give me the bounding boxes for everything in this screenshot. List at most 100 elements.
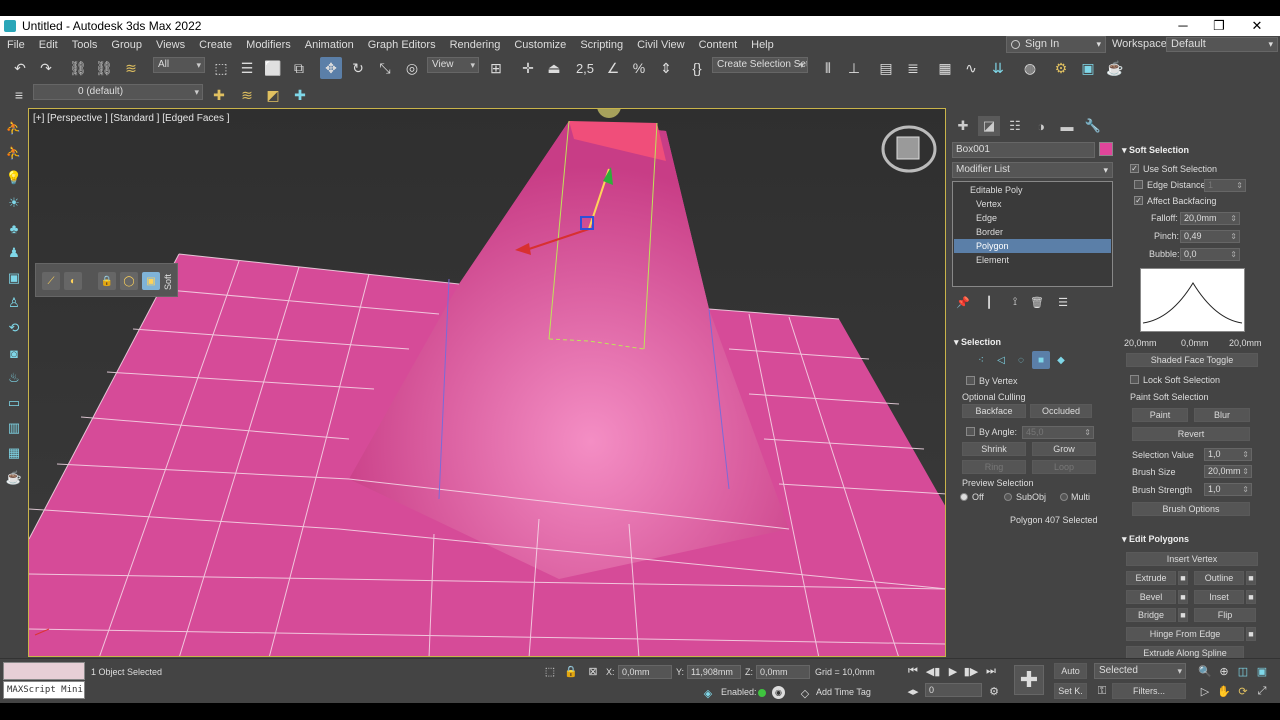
selection-rollout-title[interactable]: ▾ Selection [954,335,1001,349]
inset-settings-icon[interactable]: ■ [1246,590,1256,604]
configure-sets-icon[interactable]: ☰ [1052,291,1074,313]
create-layer-icon[interactable]: ✚ [208,84,230,106]
soft-selection-rollout-title[interactable]: ▾ Soft Selection [1122,143,1189,157]
edge-distance-spinner[interactable]: 1 [1204,179,1246,192]
menu-tools[interactable]: Tools [65,39,105,51]
lock-icon[interactable]: 🔒 [98,272,116,290]
placement-icon[interactable]: ◎ [401,57,423,79]
orbit-icon[interactable]: ⟳ [1235,683,1251,699]
element-mode-icon[interactable]: ◆ [1052,351,1070,369]
menu-help[interactable]: Help [744,39,781,51]
menu-file[interactable]: File [0,39,32,51]
stack-vertex[interactable]: Vertex [954,197,1111,211]
undo-icon[interactable]: ↶ [9,57,31,79]
edge-mode-icon[interactable]: ◁ [992,351,1010,369]
key-filters-button[interactable]: Filters... [1112,683,1186,699]
bridge-button[interactable]: Bridge [1126,608,1176,622]
create-tab-icon[interactable]: ✚ [952,116,974,136]
grow-button[interactable]: Grow [1032,442,1096,456]
maximize-viewport-icon[interactable]: ⤢ [1254,683,1270,699]
insert-vertex-button[interactable]: Insert Vertex [1126,552,1258,566]
by-vertex-checkbox[interactable] [966,376,975,385]
go-to-start-icon[interactable]: ⏮ [905,663,921,679]
scene-explorer-icon[interactable]: ▤ [875,57,897,79]
edit-named-selection-icon[interactable]: {} [686,57,708,79]
render-production-icon[interactable]: ☕ [1104,57,1126,79]
redo-icon[interactable]: ↷ [35,57,57,79]
pivot-center-icon[interactable]: ⊞ [485,57,507,79]
menu-customize[interactable]: Customize [507,39,573,51]
select-layer-icon[interactable]: ◩ [262,84,284,106]
y-coordinate-field[interactable]: 11,908mm [687,665,741,679]
bubble-spinner[interactable]: 0,0 [1180,248,1240,261]
modify-tab-icon[interactable]: ◪ [978,116,1000,136]
menu-civil-view[interactable]: Civil View [630,39,691,51]
display-tab-icon[interactable]: ▬ [1056,116,1078,136]
menu-animation[interactable]: Animation [298,39,361,51]
ring-button[interactable]: Ring [962,460,1026,474]
bind-space-warp-icon[interactable]: ≋ [120,57,142,79]
play-icon[interactable]: ▶ [945,663,961,679]
outline-button[interactable]: Outline [1194,571,1244,585]
viewport-label[interactable]: [+] [Perspective ] [Standard ] [Edged Fa… [33,113,230,124]
unlink-icon[interactable]: ⛓ [93,57,115,79]
modifier-list-dropdown[interactable]: Modifier List [952,162,1113,178]
figure-icon[interactable]: ♙ [4,293,24,313]
zoom-icon[interactable]: 🔍 [1197,663,1213,679]
object-color-swatch[interactable] [1099,142,1113,156]
snaps-toggle-icon[interactable]: 2,5 [574,57,596,79]
z-coordinate-field[interactable]: 0,0mm [756,665,810,679]
material-editor-icon[interactable]: ◍ [1019,57,1041,79]
select-manipulate-icon[interactable]: ✛ [517,57,539,79]
zoom-all-icon[interactable]: ⊕ [1216,663,1232,679]
frame-icon[interactable]: ▭ [4,393,24,413]
absolute-mode-icon[interactable]: ⊠ [585,663,601,679]
paint-button[interactable]: Paint [1132,408,1188,422]
border-mode-icon[interactable]: ◌ [1012,351,1030,369]
close-button[interactable]: ✕ [1238,16,1276,36]
rotate-view-icon[interactable]: ⟲ [4,318,24,338]
shrink-button[interactable]: Shrink [962,442,1026,456]
object-name-field[interactable]: Box001 [952,142,1095,158]
layer-manager-icon[interactable]: ≡ [8,84,30,106]
menu-edit[interactable]: Edit [32,39,65,51]
time-config-icon[interactable]: ⚙ [986,683,1002,699]
set-key-icon[interactable]: ✚ [1014,665,1044,695]
perspective-viewport[interactable]: [+] [Perspective ] [Standard ] [Edged Fa… [28,108,946,657]
reference-coordinate-dropdown[interactable]: View [427,57,479,73]
auto-key-button[interactable]: Auto [1054,663,1087,679]
remove-modifier-icon[interactable]: 🗑 [1026,291,1048,313]
stack-element[interactable]: Element [954,253,1111,267]
selection-filter-dropdown[interactable]: All [153,57,205,73]
percent-snap-icon[interactable]: % [628,57,650,79]
outline-settings-icon[interactable]: ■ [1246,571,1256,585]
selection-value-spinner[interactable]: 1,0 [1204,448,1252,461]
utilities-tab-icon[interactable]: 🔧 [1082,116,1104,136]
populate-icon[interactable]: ⛹ [4,118,24,138]
bulb-icon[interactable]: ♨ [4,368,24,388]
select-move-icon[interactable]: ✥ [320,57,342,79]
zoom-extents-icon[interactable]: ◫ [1235,663,1251,679]
stack-editable-poly[interactable]: Editable Poly [954,183,1111,197]
window-crossing-icon[interactable]: ⧉ [288,57,310,79]
add-to-layer-icon[interactable]: ≋ [236,84,258,106]
zoom-extents-all-icon[interactable]: ▣ [1254,663,1270,679]
bridge-settings-icon[interactable]: ■ [1178,608,1188,622]
person-icon[interactable]: ♟ [4,243,24,263]
stack-edge[interactable]: Edge [954,211,1111,225]
maximize-button[interactable]: ❐ [1200,16,1238,36]
show-end-result-icon[interactable]: ┃ [978,291,1000,313]
falloff-spinner[interactable]: 20,0mm [1180,212,1240,225]
menu-create[interactable]: Create [192,39,239,51]
spinner-snap-icon[interactable]: ⇕ [655,57,677,79]
sign-in-dropdown[interactable]: Sign In ▾ [1006,36,1106,53]
affect-backfacing-checkbox[interactable]: ✓ [1134,196,1143,205]
previous-frame-icon[interactable]: ◀▮ [925,663,941,679]
keyboard-shortcut-toggle-icon[interactable]: ⏏ [543,57,565,79]
ribbon-toggle-icon[interactable]: ▦ [934,57,956,79]
rendered-frame-window-icon[interactable]: ▣ [1077,57,1099,79]
circle-icon[interactable]: ◯ [120,272,138,290]
hinge-settings-icon[interactable]: ■ [1246,627,1256,641]
motion-tab-icon[interactable]: ◑ [1030,116,1052,136]
key-selection-dropdown[interactable]: Selected [1094,663,1186,679]
